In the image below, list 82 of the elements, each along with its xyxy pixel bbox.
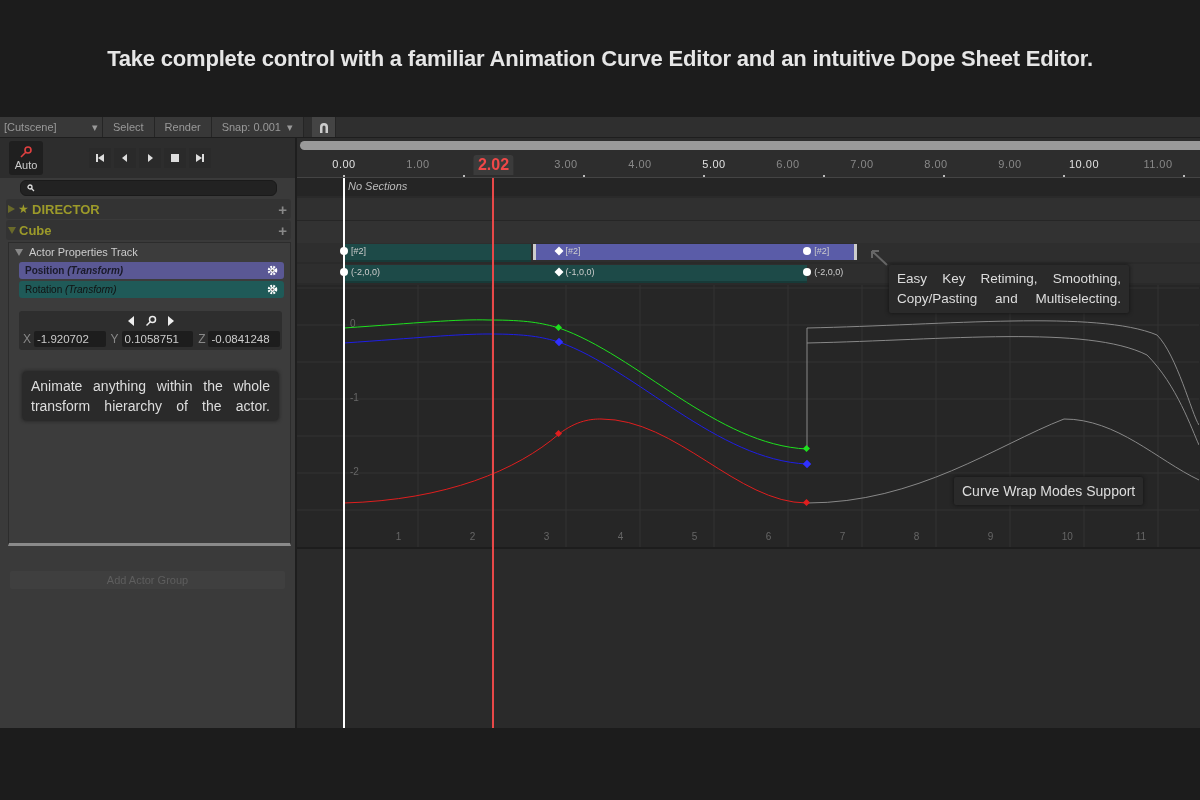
key-icon	[19, 145, 33, 159]
key-label: (-1,0,0)	[565, 267, 595, 277]
auto-key-button[interactable]: Auto	[9, 141, 43, 175]
tooltip-note: Curve Wrap Modes Support	[954, 477, 1144, 505]
dropdown[interactable]: [Cutscene] ▾	[0, 117, 103, 137]
clip-bar[interactable]	[344, 244, 532, 262]
key-icon[interactable]	[144, 315, 157, 327]
time-label: 6.00	[776, 158, 800, 170]
previous-key-icon[interactable]	[126, 315, 135, 327]
value-label: -1	[350, 392, 359, 403]
curve-key[interactable]	[554, 323, 563, 332]
time-label: 4.00	[628, 158, 652, 170]
key-label: (-2,0,0)	[351, 267, 380, 277]
sections-label: No Sections	[348, 180, 408, 192]
time-label: 3.00	[554, 158, 578, 170]
play-icon	[145, 153, 155, 163]
skip-forward-icon	[195, 153, 205, 163]
property-name: Position (Transform)	[25, 265, 124, 276]
magnet-button[interactable]	[312, 117, 336, 137]
scrollbar[interactable]	[300, 141, 1200, 150]
diamond-key-icon[interactable]	[554, 246, 564, 256]
key-label: [#2]	[351, 246, 366, 256]
axis-label: Y	[109, 332, 119, 346]
group-header[interactable]: ★ DIRECTOR +	[6, 199, 291, 219]
axis-label: Z	[197, 332, 206, 346]
expand-arrow-icon[interactable]	[15, 248, 23, 256]
frame-label: 1	[395, 531, 402, 542]
track-title: Actor Properties Track	[29, 246, 138, 258]
number-field[interactable]: -1.920702	[34, 331, 106, 347]
headline: Take complete control with a familiar Animation Curve Editor and an intuitive Dope Sheet Editor.	[107, 45, 1093, 72]
tooltip-note: Easy Key Retiming, Smoothing, Copy/Pasting and Multiselecting.	[889, 265, 1129, 313]
toolbar-button[interactable]: Render	[154, 117, 212, 137]
stop-icon	[170, 153, 180, 163]
key-label: (-2,0,0)	[814, 267, 844, 277]
time-label: 10.00	[1069, 158, 1099, 170]
magnet-icon	[317, 121, 330, 133]
frame-label: 11	[1135, 531, 1147, 542]
search-icon	[27, 184, 35, 192]
time-label: 11.00	[1143, 158, 1173, 170]
circle-key-icon[interactable]	[803, 268, 812, 276]
curve-key[interactable]	[802, 444, 811, 453]
time-label: 9.00	[998, 158, 1022, 170]
add-icon[interactable]: +	[278, 200, 287, 218]
frame-label: 5	[691, 531, 698, 542]
time-label: 0.00	[332, 158, 356, 170]
number-field[interactable]: 0.1058751	[121, 331, 194, 347]
clip-bar[interactable]	[344, 265, 808, 283]
settings-icon[interactable]	[267, 265, 278, 276]
property-row[interactable]: Position (Transform)	[19, 262, 284, 279]
skip-back-icon	[95, 153, 105, 163]
toolbar-button[interactable]: Select	[103, 117, 155, 137]
next-key-icon[interactable]	[166, 315, 175, 327]
arrow-icon	[869, 248, 889, 266]
time-label: 5.00	[702, 158, 726, 170]
group-header[interactable]: Cube +	[6, 220, 291, 240]
search-field[interactable]	[20, 180, 277, 196]
group-name: Cube	[19, 222, 53, 238]
frame-label: 8	[913, 531, 920, 542]
playhead-time[interactable]: 2.02	[473, 155, 514, 175]
star-icon: ★	[18, 202, 29, 216]
frame-label: 3	[543, 531, 550, 542]
playhead-line[interactable]	[492, 178, 495, 728]
frame-label: 4	[617, 531, 624, 542]
triangle-left-icon	[120, 153, 130, 163]
dropdown[interactable]: Snap: 0.001 ▾	[211, 117, 304, 137]
frame-label: 10	[1061, 531, 1073, 542]
key-label: [#2]	[565, 246, 581, 256]
tooltip-note: Animate anything within the whole transform hierarchy of the actor.	[23, 372, 278, 420]
number-field[interactable]: -0.0841248	[208, 331, 280, 347]
property-row[interactable]: Rotation (Transform)	[19, 281, 284, 298]
value-label: -2	[350, 466, 359, 477]
settings-icon[interactable]	[267, 284, 278, 295]
time-label: 1.00	[406, 158, 430, 170]
circle-key-icon[interactable]	[803, 247, 812, 255]
time-label: 8.00	[924, 158, 948, 170]
time-label: 7.00	[850, 158, 874, 170]
property-name: Rotation (Transform)	[25, 284, 117, 295]
add-icon[interactable]: +	[278, 221, 287, 239]
diamond-key-icon[interactable]	[554, 267, 564, 277]
group-name: DIRECTOR	[32, 201, 101, 217]
axis-label: X	[22, 332, 31, 346]
key-label: [#2]	[814, 246, 830, 256]
